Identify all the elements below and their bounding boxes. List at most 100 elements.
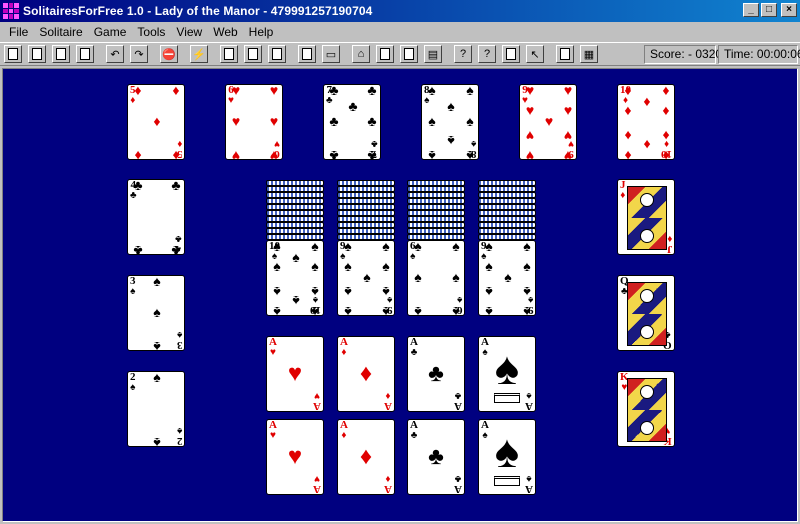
suit-pip: ♠ (414, 303, 422, 316)
card-rank: A (313, 400, 321, 412)
menu-web[interactable]: Web (208, 25, 243, 39)
suit-pip: ♠ (428, 147, 436, 160)
menu-game[interactable]: Game (89, 25, 133, 39)
close-button[interactable]: × (781, 3, 797, 17)
options-button[interactable] (244, 45, 262, 63)
card[interactable]: A ♠ A ♠ ♠ (478, 336, 536, 412)
card[interactable]: 6 ♥ 6 ♥ ♥ ♥ ♥ ♥ ♥ ♥ (225, 84, 283, 160)
suit-pip: ♠ (311, 282, 319, 298)
card[interactable]: A ♦ A ♦ ♦ (337, 419, 395, 495)
menu-file[interactable]: File (4, 25, 34, 39)
stop-button[interactable]: ⛔ (160, 45, 178, 63)
suit-pip: ♠ (485, 260, 493, 276)
suit-pip: ♥ (525, 126, 535, 142)
suit-pip: ♠ (311, 260, 319, 276)
suit-pip: ♥ (287, 444, 303, 470)
help-button[interactable]: ? (454, 45, 472, 63)
card[interactable]: 8 ♠ 8 ♠ ♠ ♠ ♠ ♠ ♠ ♠ ♠ ♠ (421, 84, 479, 160)
card[interactable]: 5 ♦ 5 ♦ ♦ ♦ ♦ ♦ ♦ (127, 84, 185, 160)
minimize-button[interactable]: _ (743, 3, 759, 17)
help-icon: ? (459, 48, 467, 60)
time-display: Time: 00:00:06 (718, 45, 800, 64)
card[interactable]: 10 ♠ 10 ♠ ♠ ♠ ♠ ♠ ♠ ♠ ♠ ♠ ♠ ♠ (266, 240, 324, 316)
about-button[interactable] (502, 45, 520, 63)
card-back-button[interactable] (268, 45, 286, 63)
card[interactable]: A ♠ A ♠ ♠ (478, 419, 536, 495)
suit-pip: ♦ (172, 84, 180, 99)
suit-pip: ♥ (525, 84, 535, 99)
redo-button[interactable]: ↷ (130, 45, 148, 63)
card[interactable]: 4 ♣ 4 ♣ ♣ ♣ ♣ ♣ (127, 179, 185, 255)
save-button[interactable] (52, 45, 70, 63)
suit-pip: ♠ (447, 131, 455, 147)
pip-area: ♥ ♥ ♥ ♥ ♥ ♥ ♥ ♥ ♥ (526, 85, 572, 159)
stats-button[interactable] (220, 45, 238, 63)
card[interactable]: 9 ♠ 9 ♠ ♠ ♠ ♠ ♠ ♠ ♠ ♠ ♠ ♠ (478, 240, 536, 316)
card-index-tl: A ♠ (481, 420, 489, 441)
card[interactable]: A ♥ A ♥ ♥ (266, 419, 324, 495)
deck-button[interactable] (298, 45, 316, 63)
card-suit: ♦ (341, 347, 347, 358)
card[interactable]: Q ♣ Q ♣ (617, 275, 675, 351)
new-game-button[interactable] (4, 45, 22, 63)
card-index-br: A ♠ (525, 390, 533, 411)
game-table: 5 ♦ 5 ♦ ♦ ♦ ♦ ♦ ♦ 6 ♥ 6 ♥ ♥ ♥ ♥ ♥ ♥ ♥ 7 ♣ 7 ♣ ♣ ♣ ♣ ♣ ♣ ♣ ♣ 8 ♠ 8 ♠ ♠ ♠ ♠ ♠ ♠ ♠… (2, 68, 798, 522)
save-icon (56, 48, 66, 60)
card[interactable]: 9 ♠ 9 ♠ ♠ ♠ ♠ ♠ ♠ ♠ ♠ ♠ ♠ (337, 240, 395, 316)
face-head-top (640, 289, 654, 303)
suit-pip: ♣ (133, 242, 143, 255)
card[interactable]: A ♣ A ♣ ♣ (407, 419, 465, 495)
favorites-button[interactable] (376, 45, 394, 63)
card[interactable]: A ♦ A ♦ ♦ (337, 336, 395, 412)
maximize-button[interactable]: □ (761, 3, 777, 17)
card-index-br: A ♥ (313, 390, 321, 411)
face-card-art (627, 378, 667, 442)
card[interactable]: 2 ♠ 2 ♠ ♠ ♠ (127, 371, 185, 447)
favorites-icon (380, 48, 390, 60)
open-button[interactable] (28, 45, 46, 63)
title-bar: SolitairesForFree 1.0 - Lady of the Mano… (0, 0, 800, 22)
card[interactable]: 3 ♠ 3 ♠ ♠ ♠ ♠ (127, 275, 185, 351)
card-suit: ♣ (410, 430, 418, 441)
context-help-button[interactable]: ↖ (526, 45, 544, 63)
card[interactable]: J ♦ J ♦ (617, 179, 675, 255)
card-rank: A (525, 483, 533, 495)
card[interactable]: 10 ♦ 10 ♦ ♦ ♦ ♦ ♦ ♦ ♦ ♦ ♦ ♦ ♦ (617, 84, 675, 160)
suit-pip: ♣ (428, 444, 444, 470)
history-button[interactable] (400, 45, 418, 63)
suit-pip: ♦ (624, 126, 632, 142)
home-button[interactable]: ⌂ (352, 45, 370, 63)
about-icon (506, 48, 516, 60)
suit-pip: ♥ (525, 147, 535, 160)
card-index-br: A ♣ (454, 473, 462, 494)
menu-tools[interactable]: Tools (132, 25, 171, 39)
card[interactable]: A ♣ A ♣ ♣ (407, 336, 465, 412)
menu-help[interactable]: Help (244, 25, 280, 39)
menu-bar: File Solitaire Game Tools View Web Help (0, 22, 800, 42)
card-index-tl: 3 ♠ (130, 276, 136, 297)
hint-button[interactable]: ⚡ (190, 45, 208, 63)
open-icon (32, 48, 42, 60)
window-button[interactable]: ▭ (322, 45, 340, 63)
card[interactable]: 6 ♠ 6 ♠ ♠ ♠ ♠ ♠ ♠ ♠ (407, 240, 465, 316)
help-topics-button[interactable]: ? (478, 45, 496, 63)
card-index-tl: A ♣ (410, 337, 418, 358)
grid-button[interactable]: ▦ (580, 45, 598, 63)
menu-solitaire[interactable]: Solitaire (34, 25, 88, 39)
suit-pip: ♥ (563, 84, 573, 99)
card-index-tl: A ♦ (340, 420, 348, 441)
card[interactable]: 9 ♥ 9 ♥ ♥ ♥ ♥ ♥ ♥ ♥ ♥ ♥ ♥ (519, 84, 577, 160)
face-head-top (640, 193, 654, 207)
suit-pip: ♠ (344, 240, 352, 255)
suit-pip: ♥ (269, 84, 279, 99)
suit-pip: ♠ (292, 292, 300, 308)
print-button[interactable] (76, 45, 94, 63)
tool-button[interactable] (556, 45, 574, 63)
card[interactable]: A ♥ A ♥ ♥ (266, 336, 324, 412)
book-button[interactable]: ▤ (424, 45, 442, 63)
suit-pip: ♠ (273, 260, 281, 276)
undo-button[interactable]: ↶ (106, 45, 124, 63)
card[interactable]: K ♥ K ♥ (617, 371, 675, 447)
menu-view[interactable]: View (171, 25, 208, 39)
card[interactable]: 7 ♣ 7 ♣ ♣ ♣ ♣ ♣ ♣ ♣ ♣ (323, 84, 381, 160)
